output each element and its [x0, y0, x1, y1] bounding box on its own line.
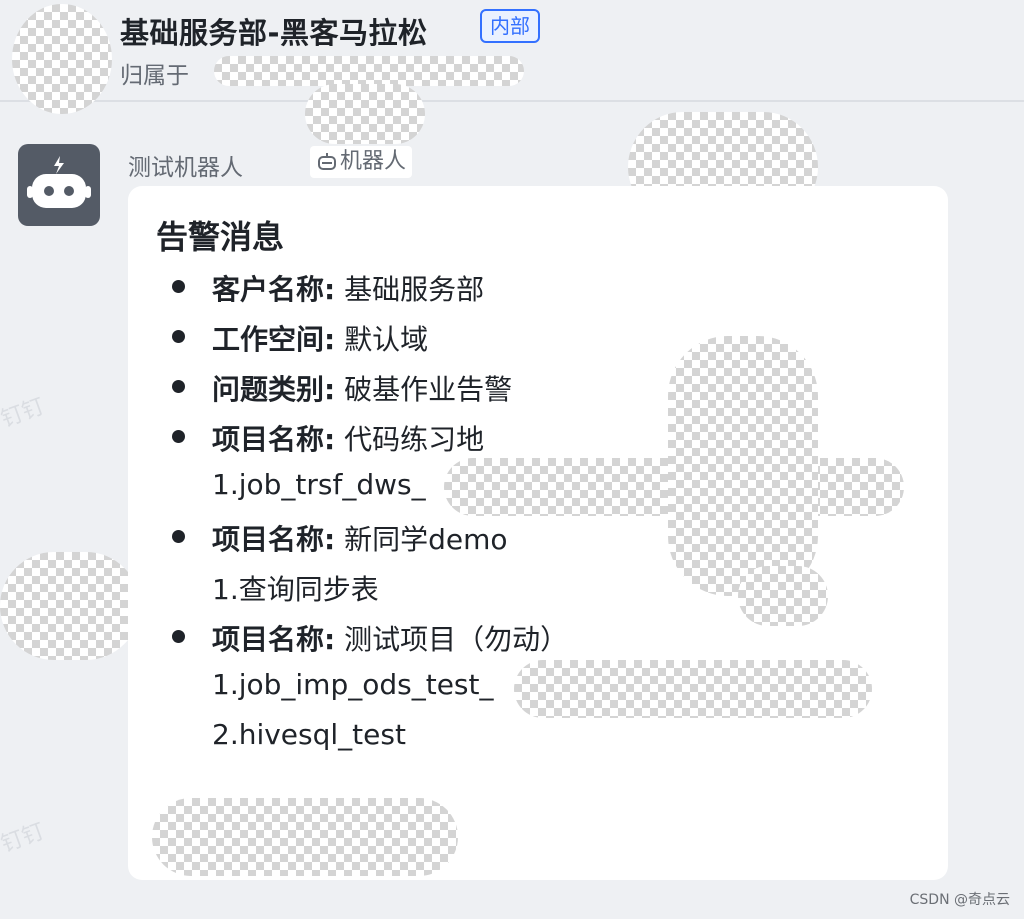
- chat-header: 基础服务部-黑客马拉松 内部 归属于: [0, 0, 1024, 114]
- group-title[interactable]: 基础服务部-黑客马拉松: [120, 10, 428, 52]
- bot-tag: 机器人: [310, 146, 413, 178]
- field-project: 项目名称: 新同学demo: [212, 523, 508, 556]
- bot-avatar[interactable]: [18, 144, 100, 226]
- redacted-region: [305, 84, 425, 144]
- message-card[interactable]: 告警消息 客户名称: 基础服务部 工作空间: 默认域 问题类别: 破基作业告警 …: [128, 186, 948, 880]
- bullet: [172, 430, 185, 443]
- redacted-organization: [214, 56, 524, 86]
- robot-small-icon: [318, 153, 336, 170]
- bullet: [172, 330, 185, 343]
- robot-icon: [27, 156, 91, 208]
- sender-name[interactable]: 测试机器人: [128, 148, 243, 182]
- watermark-text: 钉钉: [0, 819, 48, 858]
- project-job-item: 1.job_imp_ods_test_: [212, 668, 494, 701]
- group-avatar[interactable]: [12, 4, 112, 114]
- field-project: 项目名称: 代码练习地: [212, 423, 485, 456]
- redacted-region: [0, 552, 140, 660]
- redacted-region: [738, 566, 828, 626]
- bullet: [172, 380, 185, 393]
- redacted-region: [514, 660, 872, 718]
- bullet: [172, 630, 185, 643]
- bot-tag-label: 机器人: [340, 149, 407, 174]
- footer-credit: CSDN @奇点云: [909, 892, 1010, 908]
- field-project: 项目名称: 测试项目（勿动）: [212, 623, 569, 656]
- bullet: [172, 280, 185, 293]
- field-customer: 客户名称: 基础服务部: [212, 273, 485, 306]
- project-job-item: 1.查询同步表: [212, 573, 379, 606]
- watermark-text: 钉钉: [0, 394, 48, 433]
- field-category: 问题类别: 破基作业告警: [212, 373, 513, 406]
- redacted-region: [668, 336, 818, 596]
- field-workspace: 工作空间: 默认域: [212, 323, 429, 356]
- belongs-label: 归属于: [120, 63, 189, 89]
- redacted-region: [152, 798, 458, 876]
- bullet: [172, 530, 185, 543]
- project-job-item: 1.job_trsf_dws_: [212, 468, 426, 501]
- card-title: 告警消息: [156, 218, 285, 256]
- internal-tag: 内部: [480, 9, 540, 43]
- project-job-item: 2.hivesql_test: [212, 718, 406, 751]
